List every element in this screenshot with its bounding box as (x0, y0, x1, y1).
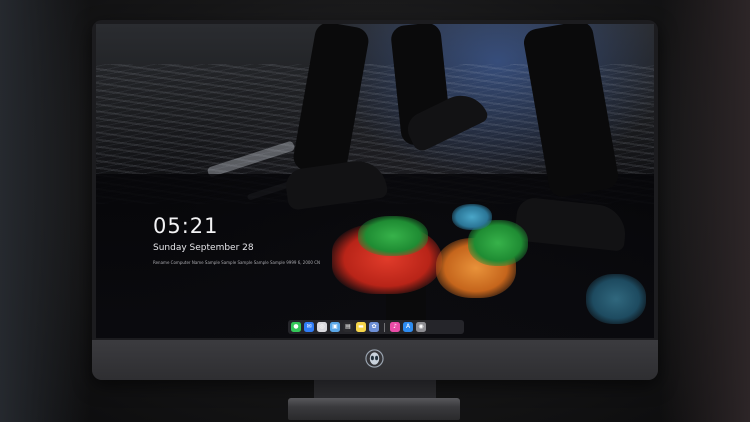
lock-info-line: Rename Computer Name Sample Sample Sampl… (153, 260, 321, 265)
clapper-icon[interactable]: ▤ (343, 322, 353, 332)
wallpaper-green-reflection (358, 216, 428, 256)
monitor-stand-base (288, 398, 460, 420)
appstore-icon[interactable]: A (403, 322, 413, 332)
notes-icon[interactable]: ▬ (356, 322, 366, 332)
music-icon[interactable]: ♪ (390, 322, 400, 332)
ambient-left-glow (0, 0, 90, 422)
dock: ● ✉ ◎ ▣ ▤ ▬ ✿ ♪ A ◉ (288, 320, 464, 334)
lock-time: 05:21 (153, 214, 219, 238)
ambient-right-glow (660, 0, 750, 422)
wallpaper-blue-reflection (586, 274, 646, 324)
photos-icon[interactable]: ✿ (369, 322, 379, 332)
messages-icon[interactable]: ● (291, 322, 301, 332)
wallpaper-blue-reflection (452, 204, 492, 230)
dock-separator (384, 322, 385, 332)
safari-icon[interactable]: ◎ (317, 322, 327, 332)
monitor-chin (92, 340, 658, 380)
alien-logo-icon (365, 349, 384, 368)
lock-date: Sunday September 28 (153, 243, 254, 253)
finder-icon[interactable]: ▣ (330, 322, 340, 332)
monitor: 05:21 Sunday September 28 Rename Compute… (92, 20, 658, 380)
lock-screen: 05:21 Sunday September 28 Rename Compute… (96, 24, 654, 338)
mail-icon[interactable]: ✉ (304, 322, 314, 332)
camera-icon[interactable]: ◉ (416, 322, 426, 332)
